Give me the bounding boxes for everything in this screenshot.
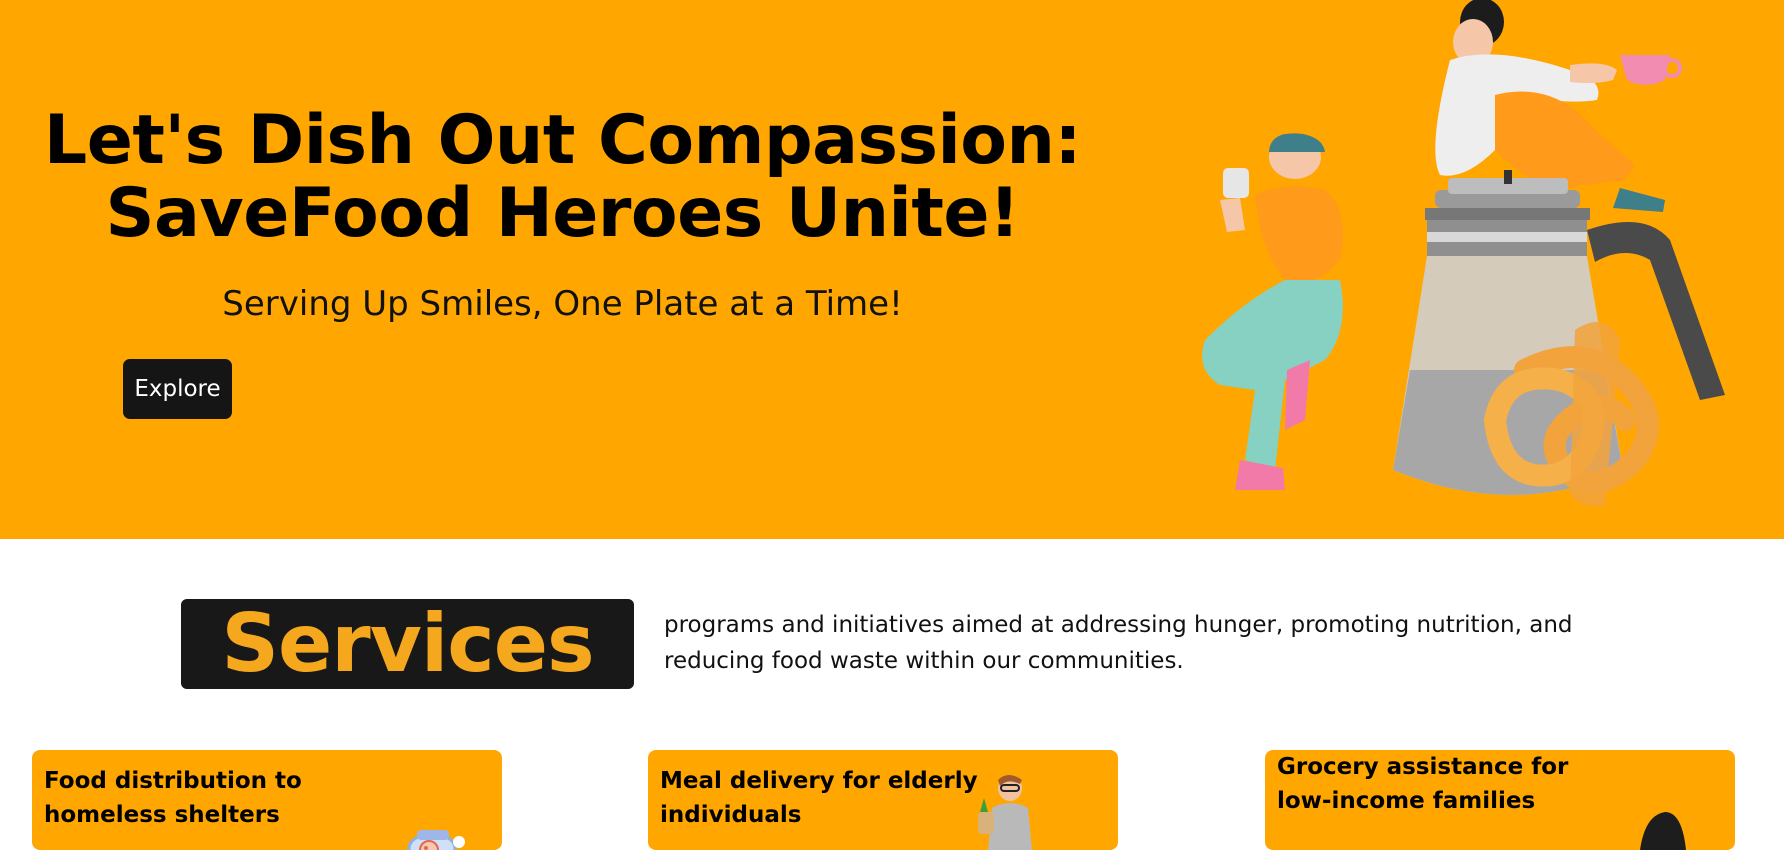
hero-section: Let's Dish Out Compassion: SaveFood Hero… (0, 0, 1784, 539)
hero-illustration-icon (1202, 0, 1725, 507)
food-tray-icon (407, 830, 465, 850)
delivery-person-icon (978, 775, 1032, 850)
service-card-elderly[interactable]: Meal delivery for elderly individuals (648, 750, 1118, 850)
hero-title: Let's Dish Out Compassion: SaveFood Hero… (20, 104, 1105, 250)
service-card-title: Food distribution to homeless shelters (44, 768, 302, 828)
service-card-shelters[interactable]: Food distribution to homeless shelters (32, 750, 502, 850)
services-heading-badge: Services (181, 599, 634, 689)
hero-title-line-1: Let's Dish Out Compassion: (43, 101, 1082, 180)
hero-subtitle: Serving Up Smiles, One Plate at a Time! (222, 284, 903, 324)
grocery-bag-icon (1640, 812, 1686, 850)
service-card-title: Meal delivery for elderly individuals (660, 768, 978, 828)
hero-title-line-2: SaveFood Heroes Unite! (105, 174, 1020, 253)
services-description: programs and initiatives aimed at addres… (664, 612, 1573, 674)
explore-button[interactable]: Explore (123, 359, 232, 419)
service-card-grocery[interactable]: Grocery assistance for low-income famili… (1265, 750, 1735, 850)
service-card-title: Grocery assistance for low-income famili… (1277, 754, 1569, 814)
services-heading: Services (221, 597, 594, 690)
